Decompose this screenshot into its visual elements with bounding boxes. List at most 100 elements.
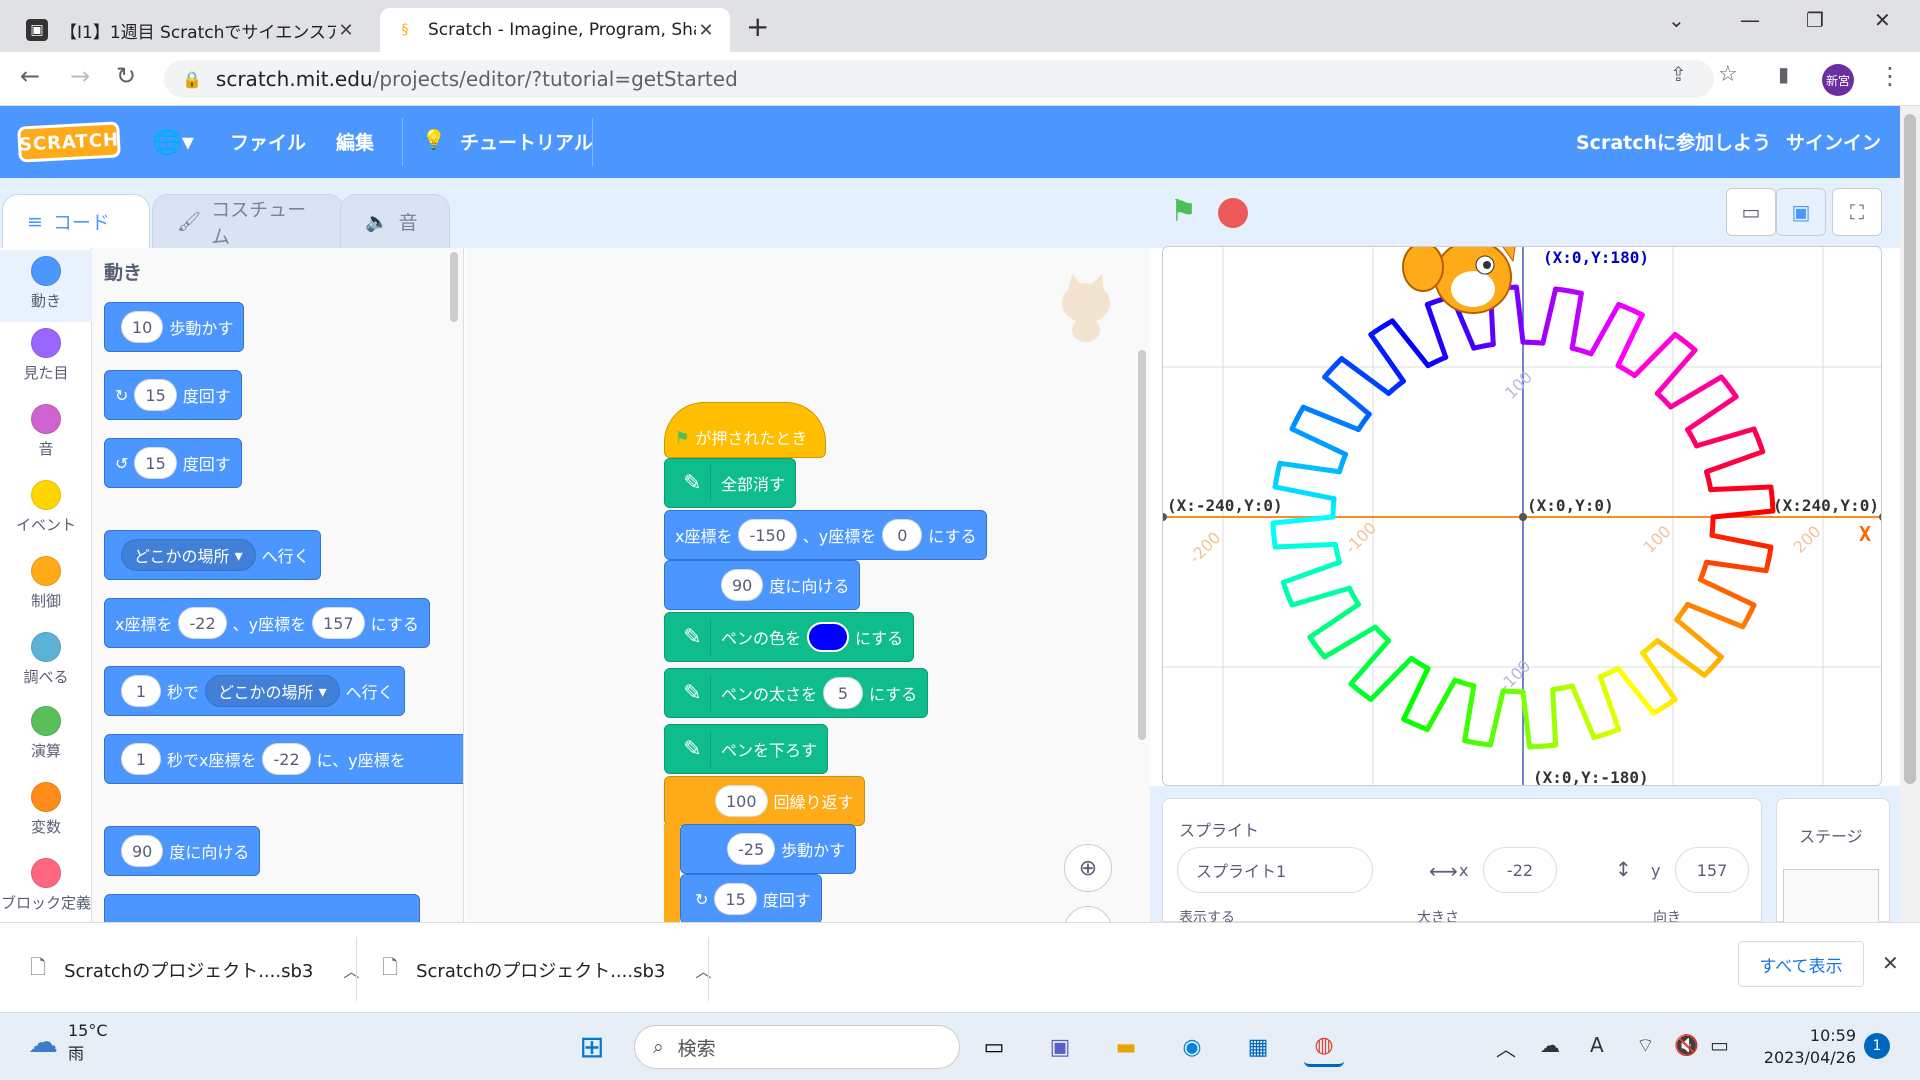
join-scratch-link[interactable]: Scratchに参加しよう (1576, 128, 1771, 155)
weather-widget[interactable]: ☁ 15°C 雨 (28, 1021, 108, 1064)
direction-input[interactable]: 90 (121, 835, 164, 867)
tutorial-menu[interactable]: チュートリアル (460, 128, 593, 155)
block-set-pen-color[interactable]: ✎ ペンの色を にする (664, 612, 915, 662)
tray-chevron-up-icon[interactable]: ︿ (1496, 1033, 1516, 1062)
reload-icon[interactable]: ↻ (116, 62, 136, 90)
menu-kebab-icon[interactable]: ⋮ (1878, 62, 1902, 90)
x-input[interactable]: -22 (178, 607, 227, 639)
file-explorer-icon[interactable]: ▬ (1106, 1027, 1146, 1067)
profile-avatar[interactable]: 新宮 (1822, 64, 1854, 96)
tab-costumes[interactable]: 🖌 コスチューム (152, 194, 344, 248)
pen-color-swatch[interactable] (807, 622, 850, 652)
close-downloads-icon[interactable]: ✕ (1882, 951, 1899, 975)
script-scrollbar[interactable] (1138, 350, 1146, 740)
category-operators[interactable]: 演算 (0, 706, 92, 761)
ime-icon[interactable]: A (1590, 1033, 1604, 1057)
fullscreen-button[interactable]: ⛶ (1832, 188, 1882, 236)
teams-chat-icon[interactable]: ▣ (1040, 1027, 1080, 1067)
browser-tab-2[interactable]: § Scratch - Imagine, Program, Shar ✕ (380, 8, 730, 52)
download-item[interactable]: 🗋 Scratchのプロジェクト....sb3 ︿ (30, 953, 359, 987)
task-view-icon[interactable]: ▭ (974, 1027, 1014, 1067)
category-motion[interactable]: 動き (0, 250, 92, 322)
block-set-xy-script[interactable]: x座標を -150 、y座標を 0 にする (664, 510, 988, 560)
file-menu[interactable]: ファイル (230, 128, 306, 155)
degrees-input[interactable]: 15 (134, 447, 177, 479)
onedrive-icon[interactable]: ☁ (1540, 1033, 1560, 1057)
chrome-icon[interactable]: ◍ (1304, 1027, 1344, 1067)
block-pen-down[interactable]: ✎ ペンを下ろす (664, 724, 829, 774)
y-input[interactable]: 157 (312, 607, 365, 639)
stage-canvas[interactable]: (X:0,Y:180) (X:-240,Y:0) (X:0,Y:0) (X:24… (1162, 246, 1882, 786)
sprite-name-input[interactable]: スプライト1 (1177, 847, 1373, 893)
block-set-pen-size[interactable]: ✎ ペンの太さを 5 にする (664, 668, 929, 718)
block-move-steps[interactable]: 10 歩動かす (104, 302, 245, 352)
x-input[interactable]: -22 (262, 743, 311, 775)
back-icon[interactable]: ← (20, 62, 40, 90)
share-icon[interactable]: ⇪ (1670, 62, 1687, 86)
taskbar-search[interactable]: ⌕ 検索 (634, 1025, 960, 1069)
small-stage-button[interactable]: ▭ (1726, 188, 1776, 236)
stage-selector[interactable]: ステージ (1776, 798, 1890, 923)
browser-tab-1[interactable]: ▣ 【I1】1週目 Scratchでサイエンスアート ✕ (12, 8, 370, 52)
page-scrollbar[interactable] (1900, 106, 1920, 922)
tab-code[interactable]: ≡ コード (2, 194, 150, 248)
block-goto[interactable]: どこかの場所 ▾ へ行く (104, 530, 321, 580)
url-field[interactable]: 🔒 scratch.mit.edu/projects/editor/?tutor… (164, 60, 1714, 98)
steps-input[interactable]: -25 (727, 833, 776, 865)
tab-search-icon[interactable]: ⌄ (1668, 8, 1685, 32)
secs-input[interactable]: 1 (121, 743, 161, 775)
forward-icon[interactable]: → (70, 62, 90, 90)
block-repeat[interactable]: 100 回繰り返す (664, 776, 865, 826)
minimize-icon[interactable]: — (1740, 8, 1760, 32)
notification-badge[interactable]: 1 (1864, 1033, 1890, 1059)
block-turn-left[interactable]: ↺ 15 度回す (104, 438, 242, 488)
start-icon[interactable]: ⊞ (572, 1027, 612, 1067)
category-control[interactable]: 制御 (0, 556, 92, 611)
sprite-x-input[interactable]: -22 (1483, 847, 1557, 893)
block-turn-script[interactable]: ↻ 15 度回す (680, 874, 822, 922)
repeat-count-input[interactable]: 100 (715, 785, 768, 817)
category-events[interactable]: イベント (0, 480, 92, 535)
edge-icon[interactable]: ◉ (1172, 1027, 1212, 1067)
degrees-input[interactable]: 15 (134, 379, 177, 411)
volume-muted-icon[interactable]: 🔇 (1674, 1033, 1699, 1057)
direction-input[interactable]: 90 (721, 569, 764, 601)
block-point-towards[interactable] (104, 894, 420, 922)
globe-icon[interactable]: 🌐▾ (152, 128, 194, 156)
stop-button[interactable] (1218, 198, 1248, 228)
tab-sounds[interactable]: 🔈 音 (340, 194, 450, 248)
signin-link[interactable]: サインイン (1786, 128, 1881, 155)
secs-input[interactable]: 1 (121, 675, 161, 707)
category-myblocks[interactable]: ブロック定義 (0, 858, 92, 922)
pen-size-input[interactable]: 5 (823, 677, 864, 709)
palette-scrollbar[interactable] (450, 252, 458, 322)
show-all-button[interactable]: すべて表示 (1738, 941, 1864, 987)
bookmark-star-icon[interactable]: ☆ (1718, 62, 1738, 87)
block-turn-right[interactable]: ↻ 15 度回す (104, 370, 242, 420)
taskbar-clock[interactable]: 10:59 2023/04/26 (1756, 1025, 1856, 1069)
block-pen-clear[interactable]: ✎ 全部消す (664, 458, 797, 508)
degrees-input[interactable]: 15 (714, 883, 757, 915)
store-icon[interactable]: ▦ (1238, 1027, 1278, 1067)
green-flag-button[interactable]: ⚑ (1170, 194, 1197, 229)
edit-menu[interactable]: 編集 (336, 128, 374, 155)
y-input[interactable]: 0 (882, 519, 923, 551)
close-tab-icon[interactable]: ✕ (696, 20, 716, 41)
battery-icon[interactable]: ▭ (1710, 1033, 1729, 1057)
block-set-xy[interactable]: x座標を -22 、y座標を 157 にする (104, 598, 430, 648)
block-point-direction-script[interactable]: 90 度に向ける (664, 560, 861, 610)
goto-dropdown[interactable]: どこかの場所 ▾ (121, 539, 256, 571)
download-item[interactable]: 🗋 Scratchのプロジェクト....sb3 ︿ (382, 953, 711, 987)
normal-stage-button[interactable]: ▣ (1776, 188, 1826, 236)
block-glide-xy[interactable]: 1 秒でx座標を -22 に、y座標を (104, 734, 463, 784)
scratch-logo[interactable]: SCRATCH (17, 121, 121, 163)
glide-dropdown[interactable]: どこかの場所 ▾ (205, 675, 340, 707)
wifi-icon[interactable]: ⌔ (1636, 1033, 1655, 1058)
zoom-out-button[interactable]: ⊖ (1064, 906, 1112, 922)
category-sound[interactable]: 音 (0, 404, 92, 459)
zoom-in-button[interactable]: ⊕ (1064, 844, 1112, 892)
side-panel-icon[interactable]: ▮ (1778, 62, 1789, 86)
x-input[interactable]: -150 (738, 519, 797, 551)
close-window-icon[interactable]: ✕ (1874, 8, 1891, 32)
block-move-steps-script[interactable]: -25 歩動かす (680, 824, 857, 874)
